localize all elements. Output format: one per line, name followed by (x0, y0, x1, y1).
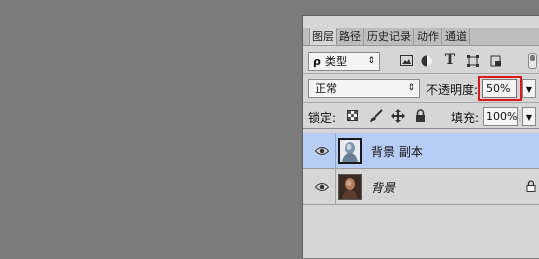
updown-arrows-icon: ⇕ (367, 56, 375, 66)
lock-label: 锁定: (308, 111, 337, 125)
layer-lock-icon (526, 180, 536, 195)
fill-value: 100% (486, 110, 518, 123)
type-layer-filter-icon[interactable]: T (443, 53, 457, 67)
filter-kind-label: 类型 (325, 55, 347, 68)
lock-all-icon[interactable] (413, 109, 427, 123)
search-icon: ρ (313, 55, 321, 68)
layer-thumbnail[interactable] (338, 174, 362, 200)
blend-mode-value: 正常 (315, 82, 337, 95)
filter-toggle-knob (530, 55, 535, 61)
opacity-value: 50% (486, 82, 511, 95)
blend-mode-select[interactable]: 正常 ⇕ (308, 79, 420, 98)
adjustment-layer-filter-icon[interactable] (420, 55, 434, 69)
panel-tab-strip: 图层 路径 历史记录 动作 通道 (303, 28, 539, 46)
opacity-label: 不透明度: (426, 83, 479, 97)
visibility-divider (335, 169, 336, 205)
lock-row: 锁定: 填充: 100% ▼ (303, 105, 539, 127)
filter-row: ρ 类型 ⇕ T (303, 50, 539, 72)
chevron-down-icon: ▼ (525, 113, 533, 122)
opacity-input[interactable]: 50% (482, 79, 517, 98)
lock-image-pixels-icon[interactable] (369, 109, 383, 123)
visibility-divider (335, 133, 336, 169)
eye-icon[interactable] (314, 181, 330, 191)
layer-name[interactable]: 背景 副本 (371, 143, 423, 160)
layers-panel: 图层 路径 历史记录 动作 通道 ρ 类型 ⇕ T 正常 ⇕ 不透明度: 50%… (302, 15, 539, 258)
smart-object-filter-icon[interactable] (489, 55, 503, 69)
tab-channels[interactable]: 通道 (443, 28, 470, 45)
filter-kind-select[interactable]: ρ 类型 ⇕ (308, 52, 380, 71)
chevron-down-icon: ▼ (525, 85, 533, 94)
fill-label: 填充: (451, 111, 480, 125)
opacity-dropdown-button[interactable]: ▼ (522, 79, 536, 98)
lock-transparent-pixels-icon[interactable] (345, 110, 359, 124)
layer-thumbnail[interactable] (338, 138, 362, 164)
layer-row-background[interactable]: 背景 (303, 169, 539, 205)
layers-list: 背景 副本 背景 (303, 133, 539, 259)
lock-position-icon[interactable] (391, 109, 405, 123)
blend-row: 正常 ⇕ 不透明度: 50% ▼ (303, 76, 539, 101)
shape-layer-filter-icon[interactable] (466, 55, 480, 69)
fill-input[interactable]: 100% (483, 107, 518, 126)
filter-toggle-switch[interactable] (528, 53, 537, 69)
tab-layers[interactable]: 图层 (309, 28, 337, 45)
updown-arrows-icon: ⇕ (407, 83, 415, 93)
fill-dropdown-button[interactable]: ▼ (522, 107, 536, 126)
layer-name[interactable]: 背景 (371, 179, 395, 196)
pixel-layer-filter-icon[interactable] (399, 55, 413, 69)
tab-actions[interactable]: 动作 (415, 28, 442, 45)
divider (303, 73, 539, 74)
eye-icon[interactable] (314, 145, 330, 155)
divider (303, 128, 539, 129)
layer-row-background-copy[interactable]: 背景 副本 (303, 133, 539, 169)
divider (303, 102, 539, 103)
tab-paths[interactable]: 路径 (337, 28, 364, 45)
tab-history[interactable]: 历史记录 (365, 28, 414, 45)
